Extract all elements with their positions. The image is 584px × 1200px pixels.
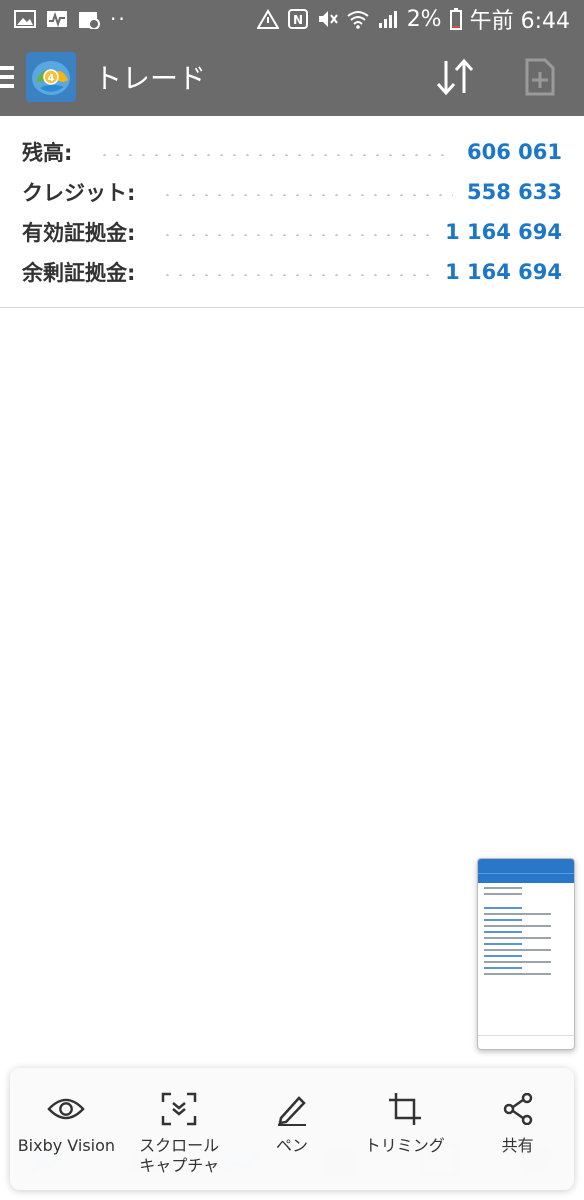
dot-leader bbox=[98, 154, 454, 156]
nfc-icon: N bbox=[287, 9, 308, 29]
thumbnail-line bbox=[484, 919, 523, 921]
activity-icon bbox=[47, 11, 67, 28]
bixby-vision-button[interactable]: Bixby Vision bbox=[11, 1090, 121, 1156]
eye-icon bbox=[47, 1090, 86, 1128]
free-margin-label: 余剰証拠金: bbox=[22, 261, 136, 285]
account-summary: 残高: 606 061 クレジット: 558 633 有効証拠金: 1 164 … bbox=[0, 118, 584, 308]
crop-button[interactable]: トリミング bbox=[350, 1090, 460, 1156]
pen-icon bbox=[273, 1090, 311, 1128]
wifi-icon bbox=[347, 11, 369, 29]
thumbnail-line bbox=[484, 949, 552, 951]
calendar-icon bbox=[79, 12, 100, 29]
status-left-icons: ·· bbox=[14, 7, 257, 31]
credit-row: クレジット: 558 633 bbox=[0, 172, 584, 212]
dot-leader bbox=[161, 194, 454, 196]
image-icon bbox=[14, 10, 36, 28]
signal-icon bbox=[378, 11, 397, 28]
thumbnail-line bbox=[484, 973, 552, 975]
battery-percent: 2% bbox=[406, 6, 442, 32]
pen-button[interactable]: ペン bbox=[237, 1090, 347, 1156]
thumbnail-line bbox=[484, 943, 523, 945]
svg-text:4: 4 bbox=[48, 73, 55, 84]
svg-text:N: N bbox=[293, 13, 303, 27]
equity-value: 1 164 694 bbox=[445, 220, 562, 244]
balance-value: 606 061 bbox=[467, 140, 562, 164]
share-button[interactable]: 共有 bbox=[463, 1090, 573, 1156]
credit-value: 558 633 bbox=[467, 180, 562, 204]
new-order-button[interactable] bbox=[520, 52, 560, 102]
new-order-icon bbox=[525, 58, 555, 96]
screenshot-thumbnail[interactable] bbox=[477, 858, 575, 1050]
logo-graphic: 4 bbox=[26, 52, 76, 102]
more-dots-icon: ·· bbox=[110, 7, 127, 31]
app-title: トレード bbox=[94, 62, 207, 95]
status-time: 午前 6:44 bbox=[469, 9, 570, 34]
thumbnail-line bbox=[484, 961, 552, 963]
screenshot-toolbar: Bixby Vision スクロール キャプチャ ペン トリミング 共有 bbox=[10, 1068, 574, 1190]
alert-icon bbox=[256, 9, 279, 29]
scroll-capture-button[interactable]: スクロール キャプチャ bbox=[124, 1090, 234, 1176]
crop-icon bbox=[386, 1090, 424, 1128]
balance-label: 残高: bbox=[22, 141, 73, 165]
balance-row: 残高: 606 061 bbox=[0, 132, 584, 172]
free-margin-row: 余剰証拠金: 1 164 694 bbox=[0, 252, 584, 292]
thumbnail-subheader bbox=[478, 873, 574, 883]
share-icon bbox=[499, 1090, 537, 1128]
free-margin-value: 1 164 694 bbox=[445, 260, 562, 284]
tool-label: トリミング bbox=[364, 1136, 445, 1155]
scroll-capture-icon bbox=[160, 1090, 198, 1128]
thumbnail-line bbox=[484, 937, 552, 939]
sort-button[interactable] bbox=[430, 52, 480, 102]
status-right-icons: N 2% 午前 6:44 bbox=[256, 3, 570, 35]
status-bar: ·· N 2% 午前 6:44 bbox=[0, 0, 584, 38]
dot-leader bbox=[161, 274, 432, 276]
thumbnail-line bbox=[484, 913, 552, 915]
mute-icon bbox=[318, 11, 338, 27]
dot-leader bbox=[161, 234, 432, 236]
tool-label: Bixby Vision bbox=[17, 1136, 116, 1155]
equity-row: 有効証拠金: 1 164 694 bbox=[0, 212, 584, 252]
thumbnail-header bbox=[478, 859, 574, 873]
battery-icon bbox=[449, 8, 462, 30]
thumbnail-line bbox=[484, 955, 523, 957]
tool-label: 共有 bbox=[501, 1136, 534, 1155]
hamburger-menu-icon[interactable] bbox=[0, 66, 18, 88]
tool-label: スクロール キャプチャ bbox=[139, 1136, 220, 1175]
sort-icon bbox=[436, 58, 474, 96]
metatrader-4-logo[interactable]: 4 bbox=[26, 52, 76, 102]
thumbnail-line bbox=[484, 887, 523, 889]
thumbnail-line bbox=[484, 967, 523, 969]
tool-label: ペン bbox=[275, 1136, 308, 1155]
credit-label: クレジット: bbox=[22, 181, 136, 205]
thumbnail-line bbox=[484, 907, 523, 909]
thumbnail-line bbox=[484, 925, 552, 927]
thumbnail-nav bbox=[478, 1035, 574, 1049]
equity-label: 有効証拠金: bbox=[22, 221, 136, 245]
thumbnail-line bbox=[484, 931, 523, 933]
app-bar: 4 トレード bbox=[0, 38, 584, 116]
